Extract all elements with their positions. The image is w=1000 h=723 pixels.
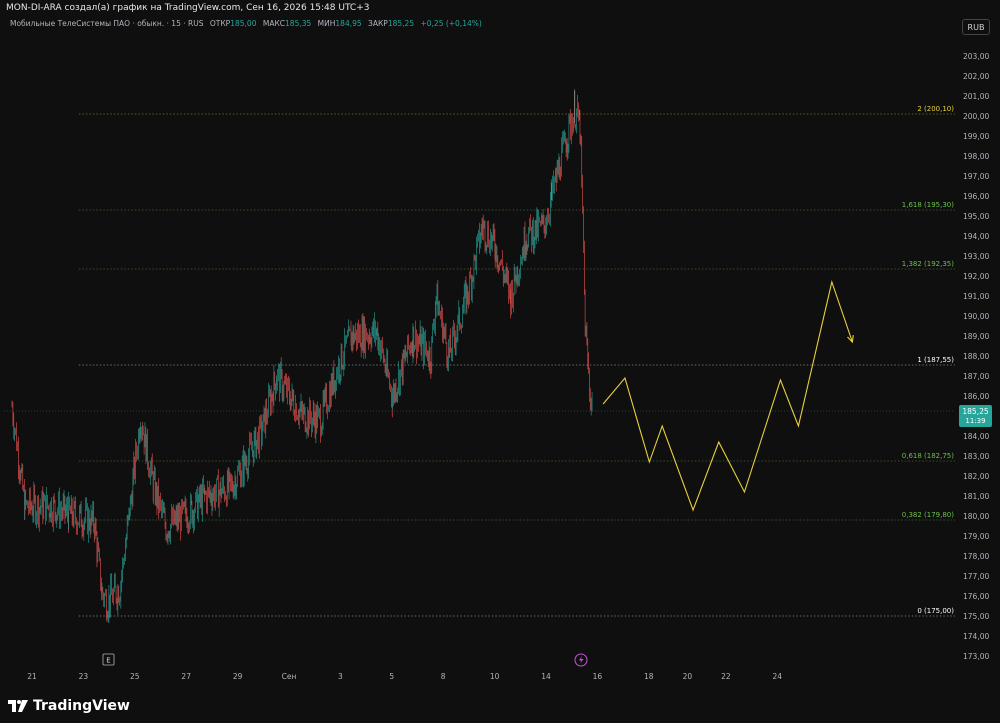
fib-level-label: 1 (187,55) (917, 356, 954, 364)
y-tick-label: 186,00 (963, 392, 989, 401)
y-tick-label: 173,00 (963, 652, 989, 661)
y-tick-label: 199,00 (963, 132, 989, 141)
y-tick-label: 178,00 (963, 552, 989, 561)
y-tick-label: 174,00 (963, 632, 989, 641)
projection-series (602, 280, 854, 512)
y-tick-label: 183,00 (963, 452, 989, 461)
last-price-value: 185,25 (962, 407, 988, 416)
y-tick-label: 189,00 (963, 332, 989, 341)
earnings-marker-label: E (106, 657, 110, 665)
time-axis: 21 23 25 27 29 Сен 3 5 8 10 14 16 18 20 22 24 (27, 672, 782, 681)
tradingview-logo[interactable]: TradingView (8, 696, 130, 716)
y-tick-label: 184,00 (963, 432, 989, 441)
y-tick-label: 180,00 (963, 512, 989, 521)
price-axis: 173,00 174,00 175,00 176,00 177,00 178,00 179,… (956, 40, 1000, 666)
fib-level-label: 1,382 (192,35) (902, 260, 954, 268)
y-tick-label: 176,00 (963, 592, 989, 601)
fibonacci-levels: 0 (175,00) 0,382 (179,80) 0,618 (182,75) 1 … (4, 105, 955, 617)
fib-level-label: 0,618 (182,75) (902, 452, 954, 460)
y-tick-label: 175,00 (963, 612, 989, 621)
fib-level-label: 2 (200,10) (917, 105, 954, 113)
y-tick-label: 203,00 (963, 52, 989, 61)
x-tick-label: 5 (389, 672, 394, 681)
x-tick-label: Сен (282, 672, 297, 681)
y-tick-label: 177,00 (963, 572, 989, 581)
y-tick-label: 195,00 (963, 212, 989, 221)
x-tick-label: 20 (683, 672, 693, 681)
tradingview-logo-icon (8, 700, 28, 712)
x-tick-label: 22 (721, 672, 731, 681)
last-price-time: 11:39 (965, 417, 985, 425)
y-tick-label: 197,00 (963, 172, 989, 181)
logo-text: TradingView (33, 698, 130, 714)
fib-level-label: 0 (175,00) (917, 607, 954, 615)
x-tick-label: 10 (490, 672, 500, 681)
footer (0, 693, 1000, 723)
y-tick-label: 196,00 (963, 192, 989, 201)
x-tick-label: 18 (644, 672, 654, 681)
y-tick-label: 182,00 (963, 472, 989, 481)
fib-level-label: 0,382 (179,80) (902, 511, 954, 519)
x-tick-label: 21 (27, 672, 37, 681)
y-tick-label: 179,00 (963, 532, 989, 541)
y-tick-label: 191,00 (963, 292, 989, 301)
y-tick-label: 198,00 (963, 152, 989, 161)
y-tick-label: 181,00 (963, 492, 989, 501)
y-tick-label: 194,00 (963, 232, 989, 241)
y-tick-label: 200,00 (963, 112, 989, 121)
price-chart[interactable]: 0 (175,00) 0,382 (179,80) 0,618 (182,75) 1 … (0, 0, 1000, 693)
y-tick-label: 192,00 (963, 272, 989, 281)
x-tick-label: 3 (338, 672, 343, 681)
x-tick-label: 23 (79, 672, 89, 681)
y-tick-label: 202,00 (963, 72, 989, 81)
y-tick-label: 188,00 (963, 352, 989, 361)
x-tick-label: 8 (441, 672, 446, 681)
y-tick-label: 190,00 (963, 312, 989, 321)
x-tick-label: 27 (181, 672, 191, 681)
x-tick-label: 25 (130, 672, 140, 681)
y-tick-label: 187,00 (963, 372, 989, 381)
x-tick-label: 24 (773, 672, 783, 681)
fib-level-label: 1,618 (195,30) (902, 201, 954, 209)
event-markers: E (102, 653, 588, 667)
x-tick-label: 16 (593, 672, 603, 681)
x-tick-label: 14 (541, 672, 551, 681)
projection-line (602, 280, 853, 512)
y-tick-label: 193,00 (963, 252, 989, 261)
price-series (11, 89, 593, 623)
x-tick-label: 29 (233, 672, 243, 681)
y-tick-label: 201,00 (963, 92, 989, 101)
lightning-bolt (579, 656, 584, 664)
